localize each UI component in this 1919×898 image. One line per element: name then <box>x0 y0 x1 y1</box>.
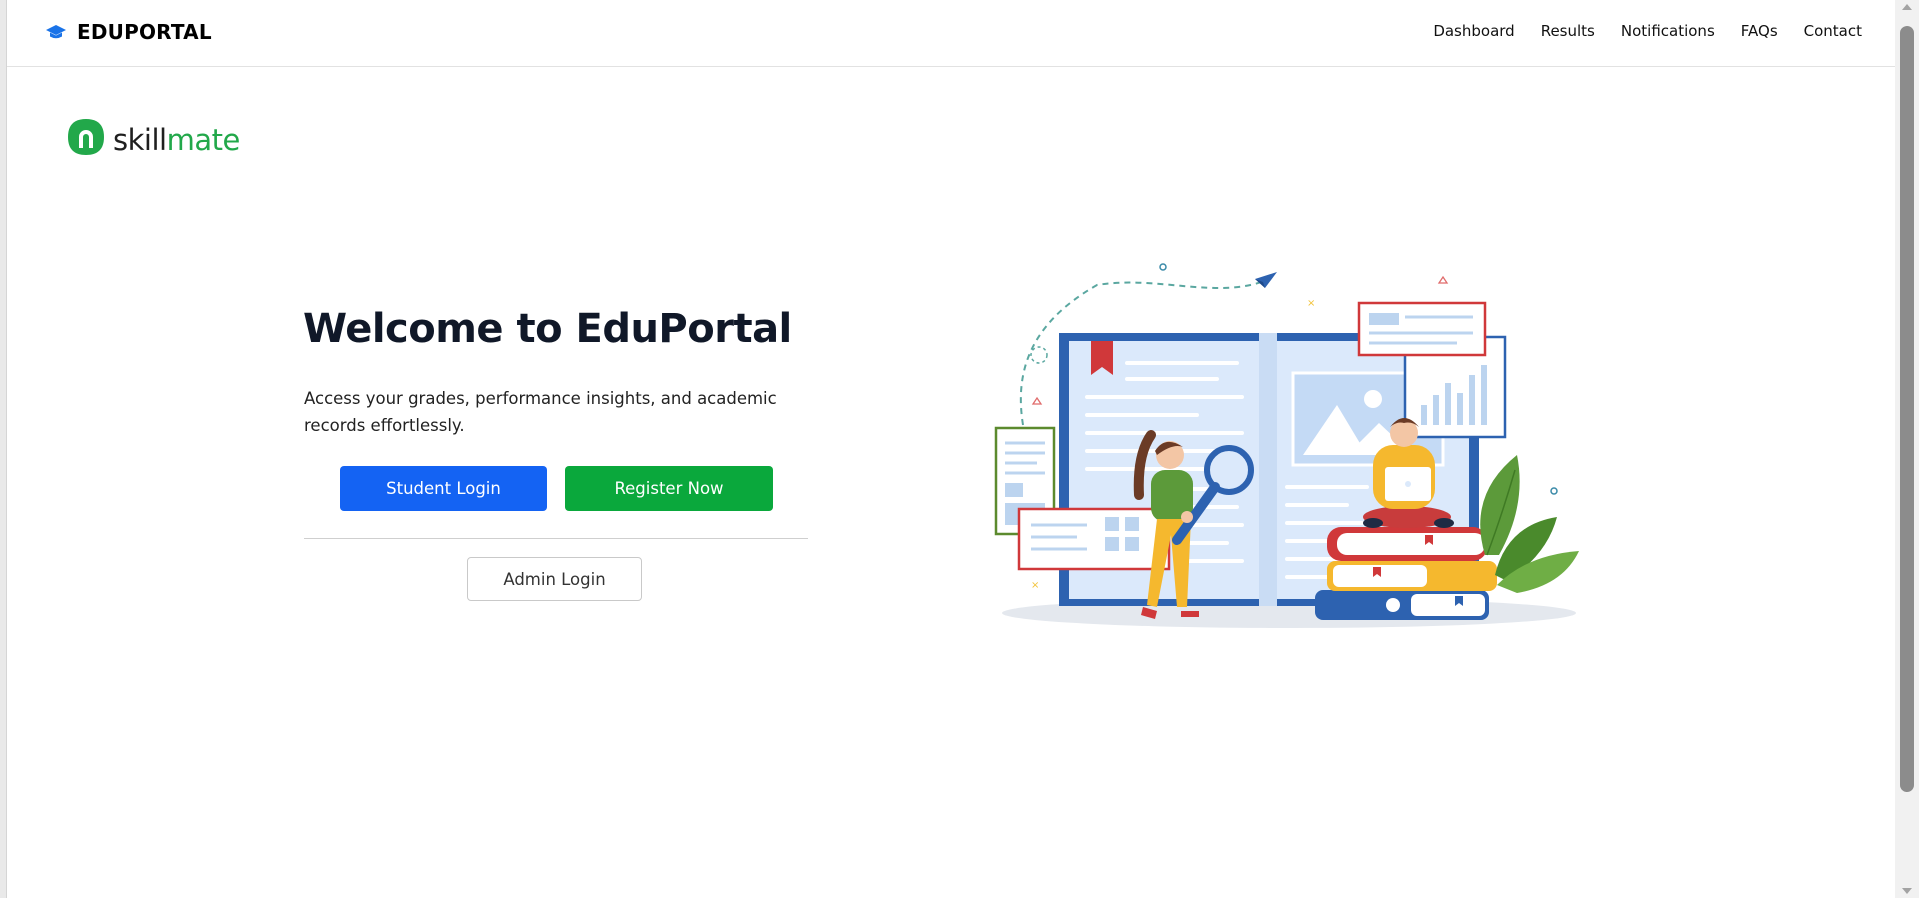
svg-text:×: × <box>1307 298 1315 309</box>
brand-name: EDUPORTAL <box>77 20 212 44</box>
hero-illustration: × × <box>987 255 1592 640</box>
nav-link-dashboard[interactable]: Dashboard <box>1433 22 1514 40</box>
browser-viewport: EDUPORTAL Dashboard Results Notification… <box>6 0 1896 898</box>
logo-word-part2: mate <box>166 122 241 157</box>
brand[interactable]: EDUPORTAL <box>45 20 212 44</box>
admin-login-button[interactable]: Admin Login <box>467 557 642 601</box>
nav-links: Dashboard Results Notifications FAQs Con… <box>1433 22 1862 40</box>
scroll-down-arrow-icon[interactable] <box>1902 888 1912 894</box>
skillmate-logo-icon <box>67 118 105 161</box>
nav-link-faqs[interactable]: FAQs <box>1741 22 1778 40</box>
nav-link-results[interactable]: Results <box>1541 22 1595 40</box>
vertical-scrollbar[interactable] <box>1895 0 1919 898</box>
graduation-cap-icon <box>45 21 67 43</box>
scroll-up-arrow-icon[interactable] <box>1902 4 1912 10</box>
page-title: Welcome to EduPortal <box>303 306 792 352</box>
skillmate-wordmark: skillmate <box>113 123 240 157</box>
nav-link-notifications[interactable]: Notifications <box>1621 22 1715 40</box>
hero-description: Access your grades, performance insights… <box>304 389 777 435</box>
svg-text:×: × <box>1031 580 1039 591</box>
scrollbar-thumb[interactable] <box>1900 26 1914 792</box>
register-now-button[interactable]: Register Now <box>565 466 773 511</box>
student-login-button[interactable]: Student Login <box>340 466 547 511</box>
logo-word-part1: skill <box>113 122 167 157</box>
top-navbar: EDUPORTAL Dashboard Results Notification… <box>7 0 1896 67</box>
divider <box>304 538 808 539</box>
skillmate-logo: skillmate <box>67 118 240 161</box>
nav-link-contact[interactable]: Contact <box>1804 22 1862 40</box>
